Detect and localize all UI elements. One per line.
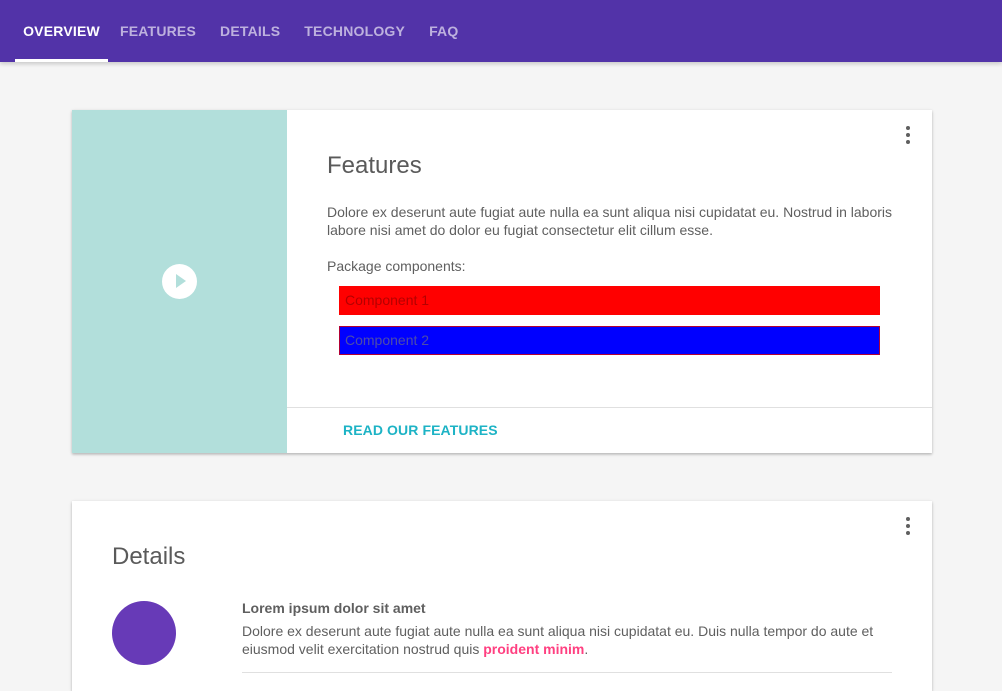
details-card: Details Lorem ipsum dolor sit amet Dolor… [72,501,932,691]
play-circle-icon[interactable] [162,264,197,299]
tab-faq-label: FAQ [429,23,459,39]
tab-overview[interactable]: OVERVIEW [15,0,108,62]
component-1-label: Component 1 [345,292,430,308]
features-card: Features Dolore ex deserunt aute fugiat … [72,110,932,453]
section-tabs: OVERVIEW FEATURES DETAILS TECHNOLOGY FAQ [15,0,470,62]
features-description: Dolore ex deserunt aute fugiat aute null… [327,204,893,238]
tab-technology-label: TECHNOLOGY [304,23,406,39]
menu-dot [906,517,910,521]
details-title: Details [112,543,186,570]
features-content: Features Dolore ex deserunt aute fugiat … [327,151,897,355]
features-title: Features [327,152,422,179]
tab-technology[interactable]: TECHNOLOGY [292,0,417,62]
component-2-label: Component 2 [345,332,430,348]
features-media-panel [72,110,287,453]
package-components-label: Package components: [327,258,466,274]
tab-features[interactable]: FEATURES [108,0,208,62]
tab-faq[interactable]: FAQ [417,0,470,62]
detail-body: Dolore ex deserunt aute fugiat aute null… [242,622,892,658]
tab-overview-label: OVERVIEW [23,23,100,39]
proident-minim-link[interactable]: proident minim [483,641,584,657]
component-1-bar: Component 1 [339,286,880,315]
details-list-item: Lorem ipsum dolor sit amet Dolore ex des… [242,599,892,658]
menu-dot [906,133,910,137]
menu-dot [906,524,910,528]
tab-details-label: DETAILS [220,23,281,39]
detail-divider [242,672,892,673]
avatar [112,601,176,665]
features-card-actions: READ OUR FEATURES [287,407,932,453]
tab-features-label: FEATURES [120,23,197,39]
detail-heading: Lorem ipsum dolor sit amet [242,600,426,616]
menu-dot [906,126,910,130]
detail-body-suffix: . [584,641,589,657]
read-our-features-button[interactable]: READ OUR FEATURES [343,422,498,438]
top-navigation-bar: OVERVIEW FEATURES DETAILS TECHNOLOGY FAQ [0,0,1002,62]
tab-details[interactable]: DETAILS [208,0,292,62]
more-vert-icon[interactable] [902,126,914,144]
menu-dot [906,531,910,535]
menu-dot [906,140,910,144]
component-2-bar: Component 2 [339,326,880,355]
more-vert-icon[interactable] [902,517,914,535]
